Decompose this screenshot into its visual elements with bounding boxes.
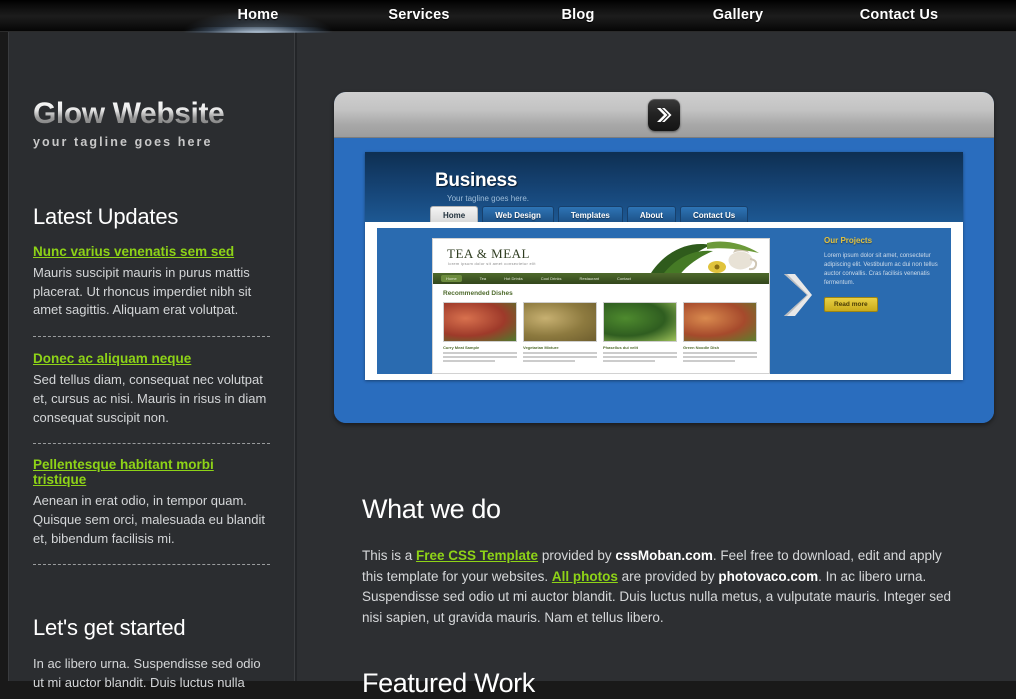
chevron-double-right-icon bbox=[657, 108, 672, 122]
update-link[interactable]: Nunc varius venenatis sem sed bbox=[33, 244, 234, 259]
mockup-tab-contact-us[interactable]: Contact Us bbox=[679, 206, 749, 223]
update-link[interactable]: Donec ac aliquam neque bbox=[33, 351, 191, 366]
read-more-button[interactable]: Read more bbox=[824, 297, 878, 312]
slider-toolbar bbox=[334, 92, 994, 138]
mockup-site-title: Business bbox=[435, 170, 518, 191]
mockup-header: Business Your tagline goes here. Home Web… bbox=[365, 152, 963, 223]
nav-item-services[interactable]: Services bbox=[346, 0, 492, 32]
update-text: Mauris suscipit mauris in purus mattis p… bbox=[33, 265, 252, 318]
dish-text-lines bbox=[683, 352, 757, 362]
mockup-blue-panel: TEA & MEAL lorem ipsum dolor sit amet co… bbox=[377, 228, 951, 374]
mockup-tab-templates[interactable]: Templates bbox=[557, 206, 623, 223]
nav-item-label: Home bbox=[237, 7, 279, 23]
dishes-grid: Curry Meat Sample Vegetarian Mixture Phase… bbox=[443, 302, 769, 364]
featured-work-section: Featured Work bbox=[362, 668, 535, 699]
update-separator bbox=[33, 564, 270, 566]
dish-caption: Curry Meat Sample bbox=[443, 345, 480, 350]
dish-card: Curry Meat Sample bbox=[443, 302, 517, 364]
inner-nav-item[interactable]: Tea bbox=[480, 276, 486, 281]
dish-card: Vegetarian Mixture bbox=[523, 302, 597, 364]
inner-nav-item[interactable]: Contact bbox=[617, 276, 631, 281]
nav-items-container: Home Services Blog Gallery Contact Us bbox=[0, 0, 1016, 33]
page-container: Glow Website your tagline goes here Late… bbox=[8, 32, 1016, 698]
update-item: Nunc varius venenatis sem sed Mauris susc… bbox=[33, 243, 270, 320]
latest-updates-list: Nunc varius venenatis sem sed Mauris susc… bbox=[33, 243, 270, 566]
inner-site-card: TEA & MEAL lorem ipsum dolor sit amet co… bbox=[432, 238, 770, 374]
featured-work-heading: Featured Work bbox=[362, 668, 535, 698]
our-projects-text: Lorem ipsum dolor sit amet, consectetur … bbox=[824, 253, 938, 286]
nav-item-gallery[interactable]: Gallery bbox=[666, 0, 810, 32]
mockup-tabs: Home Web Design Templates About Contact Us bbox=[430, 206, 749, 223]
dish-card: Green Noodle Dish bbox=[683, 302, 757, 364]
what-we-do-paragraph: This is a Free CSS Template provided by … bbox=[362, 546, 962, 628]
mockup-site-tagline: Your tagline goes here. bbox=[447, 194, 529, 203]
inner-site-subtitle: lorem ipsum dolor sit amet consectetur e… bbox=[448, 261, 536, 266]
update-link[interactable]: Pellentesque habitant morbi tristique bbox=[33, 457, 270, 487]
dish-photo bbox=[603, 302, 677, 342]
mockup-tab-home[interactable]: Home bbox=[430, 206, 479, 223]
slide-1[interactable]: Business Your tagline goes here. Home Web… bbox=[334, 139, 994, 423]
dish-caption: Vegetarian Mixture bbox=[523, 345, 559, 350]
dish-photo bbox=[443, 302, 517, 342]
slide-screenshot: Business Your tagline goes here. Home Web… bbox=[365, 152, 963, 380]
our-projects-panel: Our Projects Lorem ipsum dolor sit amet,… bbox=[824, 236, 942, 312]
wwd-text-4: are provided by bbox=[617, 568, 719, 584]
all-photos-link[interactable]: All photos bbox=[552, 569, 618, 584]
update-item: Donec ac aliquam neque Sed tellus diam, c… bbox=[33, 350, 270, 427]
inner-site-header: TEA & MEAL lorem ipsum dolor sit amet co… bbox=[433, 239, 769, 280]
latest-updates-heading: Latest Updates bbox=[33, 204, 179, 229]
slider-next-button[interactable] bbox=[648, 99, 680, 131]
nav-item-contact-us[interactable]: Contact Us bbox=[826, 0, 972, 32]
chevron-right-icon[interactable] bbox=[781, 272, 815, 318]
update-text: Sed tellus diam, consequat nec volutpat … bbox=[33, 372, 267, 425]
dish-caption: Green Noodle Dish bbox=[683, 345, 720, 350]
wwd-text-1: This is a bbox=[362, 548, 417, 563]
dish-caption: Phasellus dui velit bbox=[603, 345, 638, 350]
cssmoban-strong: cssMoban.com bbox=[615, 548, 713, 563]
update-item: Pellentesque habitant morbi tristique Aen… bbox=[33, 457, 270, 548]
recommended-dishes-heading: Recommended Dishes bbox=[443, 290, 513, 297]
inner-nav-item[interactable]: Home bbox=[441, 275, 462, 282]
lets-get-started-heading: Let's get started bbox=[33, 615, 186, 641]
site-logo[interactable]: Glow Website bbox=[33, 99, 270, 129]
photovaco-strong: photovaco.com bbox=[718, 568, 819, 584]
top-navigation-bar: Home Services Blog Gallery Contact Us bbox=[0, 0, 1016, 33]
what-we-do-heading: What we do bbox=[362, 494, 501, 524]
inner-nav-item[interactable]: Restaurant bbox=[579, 276, 599, 281]
dish-card: Phasellus dui velit bbox=[603, 302, 677, 364]
update-separator bbox=[33, 443, 270, 445]
nav-item-label: Contact Us bbox=[859, 7, 939, 23]
featured-slider: Business Your tagline goes here. Home Web… bbox=[334, 92, 994, 423]
dish-text-lines bbox=[603, 352, 677, 362]
nav-item-label: Gallery bbox=[712, 7, 764, 23]
inner-site-title: TEA & MEAL bbox=[447, 246, 530, 261]
dish-text-lines bbox=[523, 352, 597, 362]
wwd-text-2: provided by bbox=[538, 548, 616, 563]
page-shell: Glow Website your tagline goes here Late… bbox=[0, 32, 1016, 698]
mockup-tab-about[interactable]: About bbox=[626, 206, 676, 223]
nav-item-label: Blog bbox=[561, 7, 595, 23]
main-content: Business Your tagline goes here. Home Web… bbox=[296, 32, 1016, 698]
inner-nav-item[interactable]: Cool Drinks bbox=[541, 276, 562, 281]
mockup-body: TEA & MEAL lorem ipsum dolor sit amet co… bbox=[365, 222, 963, 380]
nav-item-home[interactable]: Home bbox=[180, 0, 336, 33]
mockup-tab-web-design[interactable]: Web Design bbox=[482, 206, 554, 223]
update-text: Aenean in erat odio, in tempor quam. Qui… bbox=[33, 493, 265, 546]
sidebar: Glow Website your tagline goes here Late… bbox=[9, 32, 297, 690]
inner-nav-item[interactable]: Hot Drinks bbox=[504, 276, 523, 281]
dish-photo bbox=[523, 302, 597, 342]
our-projects-heading: Our Projects bbox=[824, 236, 873, 245]
nav-item-label: Services bbox=[388, 7, 450, 23]
nav-item-blog[interactable]: Blog bbox=[508, 0, 648, 32]
site-tagline: your tagline goes here bbox=[33, 135, 213, 149]
free-css-template-link[interactable]: Free CSS Template bbox=[416, 548, 538, 563]
lets-get-started-text: In ac libero urna. Suspendisse sed odio … bbox=[33, 656, 261, 691]
inner-site-nav: Home Tea Hot Drinks Cool Drinks Restaurant Co… bbox=[433, 273, 769, 284]
dish-photo bbox=[683, 302, 757, 342]
update-separator bbox=[33, 336, 270, 338]
what-we-do-section: What we do This is a Free CSS Template p… bbox=[362, 494, 962, 628]
dish-text-lines bbox=[443, 352, 517, 362]
